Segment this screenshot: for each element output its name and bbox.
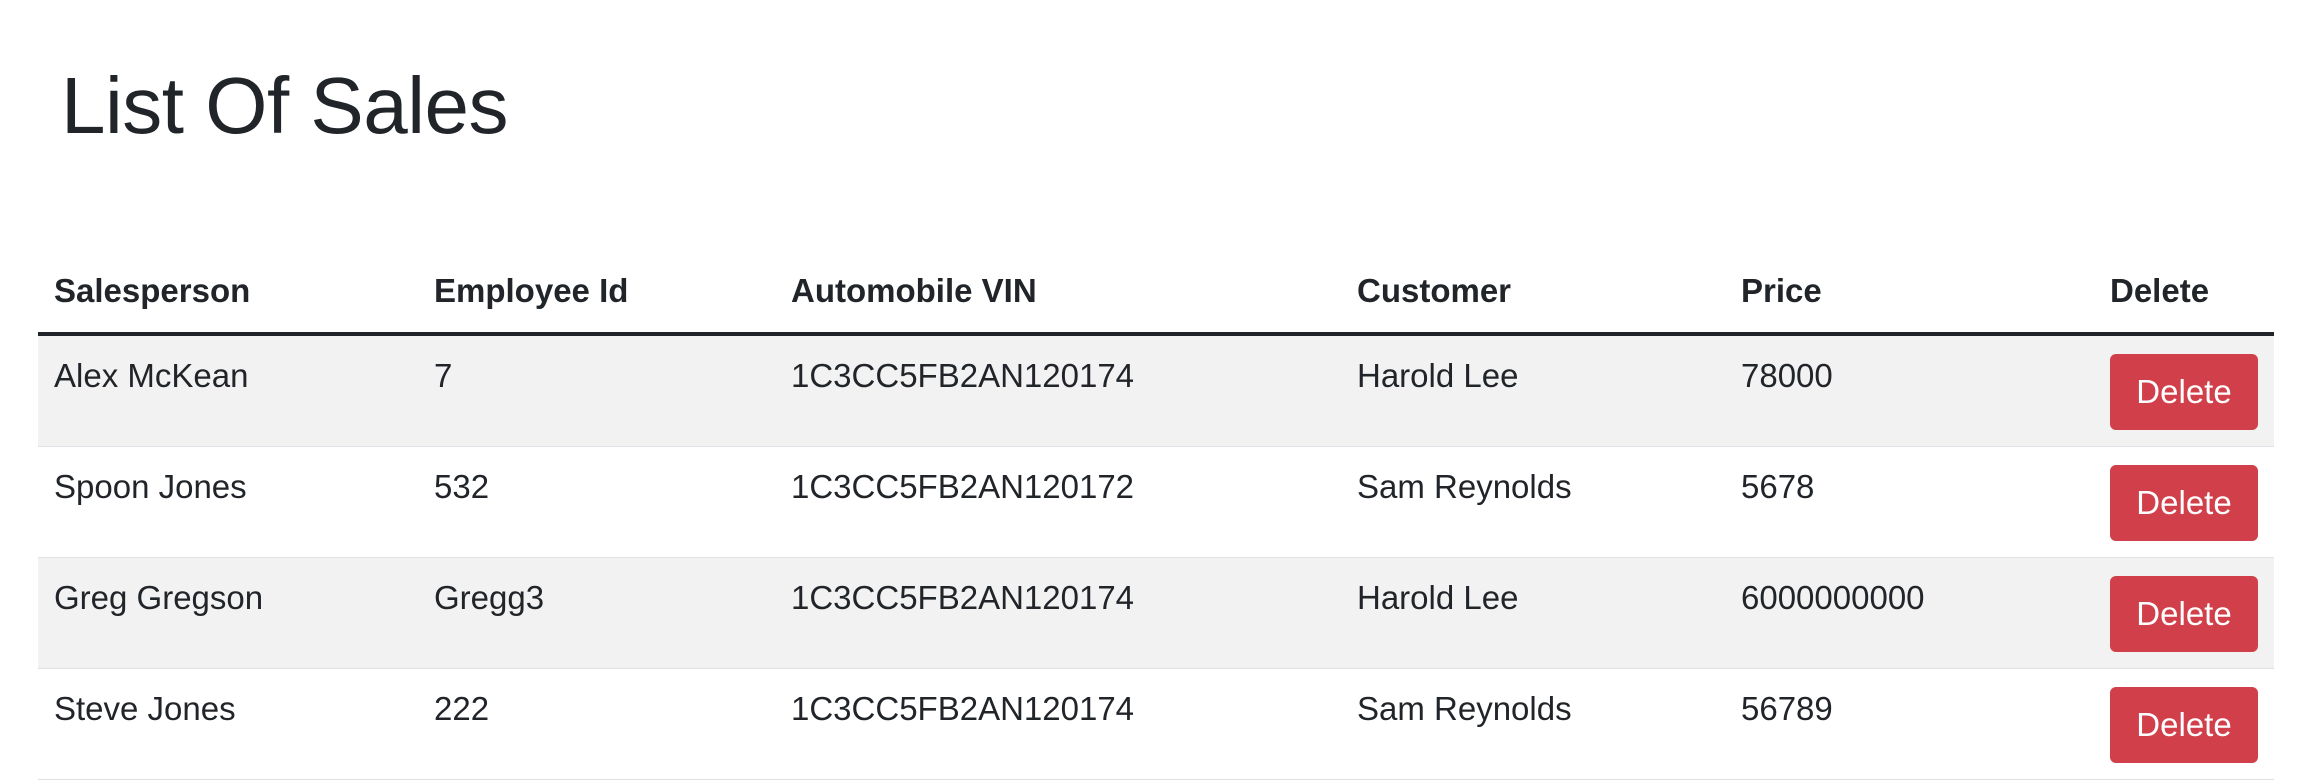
delete-button[interactable]: Delete [2110, 687, 2258, 763]
delete-button[interactable]: Delete [2110, 465, 2258, 541]
price-text: 6000000000 [1741, 579, 1925, 616]
cell-employee-id: Gregg3 [418, 557, 775, 669]
page-title: List Of Sales [61, 61, 509, 150]
cell-price: 6000000000 [1725, 557, 2094, 669]
cell-price: 78000 [1725, 334, 2094, 447]
table-row: Steve Jones 222 1C3CC5FB2AN120174 Sam Re… [38, 668, 2274, 780]
cell-price: 56789 [1725, 668, 2094, 780]
cell-salesperson: Alex McKean [38, 334, 418, 447]
cell-customer: Sam Reynolds [1341, 446, 1725, 558]
cell-vin: 1C3CC5FB2AN120174 [775, 334, 1341, 447]
employee-id-text: 532 [434, 468, 490, 505]
vin-text: 1C3CC5FB2AN120172 [791, 468, 1135, 505]
cell-employee-id: 532 [418, 446, 775, 558]
customer-text: Sam Reynolds [1357, 468, 1572, 505]
header-customer: Customer [1341, 250, 1725, 336]
header-employee-id: Employee Id [418, 250, 775, 336]
table-row: Alex McKean 7 1C3CC5FB2AN120174 Harold L… [38, 334, 2274, 447]
sales-table: Salesperson Employee Id Automobile VIN C… [38, 250, 2274, 780]
customer-text: Harold Lee [1357, 357, 1519, 394]
employee-id-text: 222 [434, 690, 490, 727]
cell-vin: 1C3CC5FB2AN120174 [775, 668, 1341, 780]
cell-salesperson: Greg Gregson [38, 557, 418, 669]
table-header-row: Salesperson Employee Id Automobile VIN C… [38, 250, 2274, 336]
header-delete: Delete [2094, 250, 2274, 336]
salesperson-text: Alex McKean [54, 357, 249, 394]
cell-delete: Delete [2094, 668, 2274, 780]
cell-employee-id: 7 [418, 334, 775, 447]
customer-text: Harold Lee [1357, 579, 1519, 616]
salesperson-text: Steve Jones [54, 690, 236, 727]
vin-text: 1C3CC5FB2AN120174 [791, 357, 1135, 394]
cell-price: 5678 [1725, 446, 2094, 558]
table-row: Greg Gregson Gregg3 1C3CC5FB2AN120174 Ha… [38, 557, 2274, 669]
cell-delete: Delete [2094, 446, 2274, 558]
cell-salesperson: Steve Jones [38, 668, 418, 780]
header-automobile-vin: Automobile VIN [775, 250, 1341, 336]
cell-customer: Harold Lee [1341, 334, 1725, 447]
customer-text: Sam Reynolds [1357, 690, 1572, 727]
salesperson-text: Spoon Jones [54, 468, 247, 505]
employee-id-text: 7 [434, 357, 453, 394]
header-price: Price [1725, 250, 2094, 336]
header-salesperson: Salesperson [38, 250, 418, 336]
price-text: 78000 [1741, 357, 1833, 394]
cell-delete: Delete [2094, 557, 2274, 669]
price-text: 56789 [1741, 690, 1833, 727]
cell-vin: 1C3CC5FB2AN120172 [775, 446, 1341, 558]
cell-delete: Delete [2094, 334, 2274, 447]
cell-vin: 1C3CC5FB2AN120174 [775, 557, 1341, 669]
cell-customer: Harold Lee [1341, 557, 1725, 669]
salesperson-text: Greg Gregson [54, 579, 264, 616]
cell-customer: Sam Reynolds [1341, 668, 1725, 780]
cell-employee-id: 222 [418, 668, 775, 780]
vin-text: 1C3CC5FB2AN120174 [791, 690, 1135, 727]
cell-salesperson: Spoon Jones [38, 446, 418, 558]
vin-text: 1C3CC5FB2AN120174 [791, 579, 1135, 616]
delete-button[interactable]: Delete [2110, 576, 2258, 652]
price-text: 5678 [1741, 468, 1815, 505]
employee-id-text: Gregg3 [434, 579, 545, 616]
table-row: Spoon Jones 532 1C3CC5FB2AN120172 Sam Re… [38, 446, 2274, 558]
delete-button[interactable]: Delete [2110, 354, 2258, 430]
